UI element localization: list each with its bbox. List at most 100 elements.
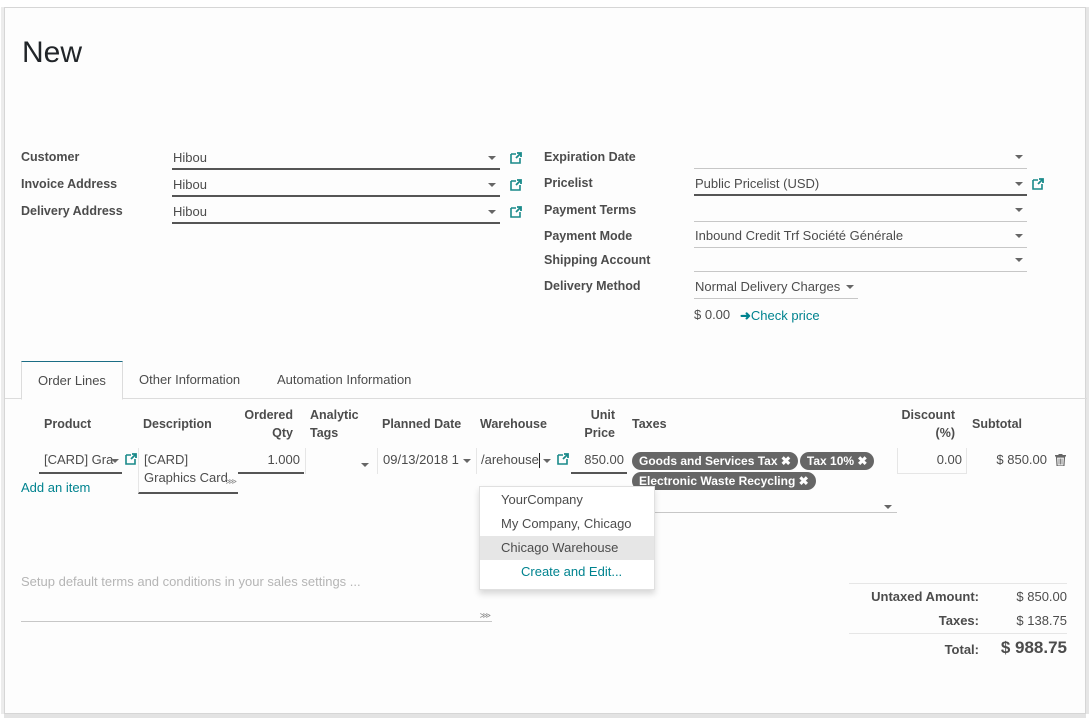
header-unit-price[interactable]: Unit Price	[575, 406, 615, 442]
payment-mode-field[interactable]: Inbound Credit Trf Société Générale	[694, 226, 1027, 248]
tax-tag-label: Electronic Waste Recycling	[639, 474, 796, 488]
expiration-date-label: Expiration Date	[544, 150, 636, 164]
tab-order-lines[interactable]: Order Lines	[21, 361, 123, 400]
create-and-edit-option[interactable]: Create and Edit...	[480, 560, 654, 584]
chevron-down-icon[interactable]	[1015, 182, 1023, 186]
chevron-down-icon[interactable]	[884, 505, 892, 509]
chevron-down-icon[interactable]	[543, 459, 551, 463]
dropdown-option[interactable]: YourCompany	[480, 488, 654, 512]
external-link-icon[interactable]	[124, 452, 138, 466]
warehouse-autocomplete-dropdown: YourCompany My Company, Chicago Chicago …	[479, 486, 655, 590]
header-ordered-qty[interactable]: Ordered Qty	[237, 406, 293, 442]
pricelist-label: Pricelist	[544, 176, 593, 190]
planned-date-input[interactable]: 09/13/2018 1	[377, 448, 474, 474]
delivery-method-field[interactable]: Normal Delivery Charges	[694, 277, 858, 299]
pricelist-value: Public Pricelist (USD)	[695, 176, 820, 191]
totals-divider-top	[849, 583, 1067, 584]
tax-tag: Tax 10% ✖	[799, 452, 875, 470]
text-cursor	[538, 453, 540, 469]
discount-input[interactable]: 0.00	[897, 448, 967, 474]
remove-tag-icon[interactable]: ✖	[857, 454, 867, 468]
header-taxes[interactable]: Taxes	[632, 415, 667, 433]
delivery-address-field[interactable]: Hibou	[172, 202, 500, 224]
external-link-icon[interactable]	[1031, 177, 1045, 191]
tab-automation-information[interactable]: Automation Information	[261, 361, 427, 400]
payment-mode-value: Inbound Credit Trf Société Générale	[695, 228, 904, 243]
header-tags-line1: Analytic	[310, 408, 359, 422]
add-item-link[interactable]: Add an item	[21, 480, 90, 495]
totals-divider	[849, 633, 1067, 634]
external-link-icon[interactable]	[509, 205, 523, 219]
product-input[interactable]: [CARD] Gra	[39, 448, 122, 474]
resize-handle-icon[interactable]: ⋙	[226, 473, 237, 491]
delivery-price: $ 0.00	[694, 307, 731, 322]
description-textarea[interactable]: [CARD] Graphics Card ⋙	[138, 448, 238, 494]
form-sheet: New Customer Hibou Invoice Address Hibou…	[4, 7, 1087, 714]
terms-placeholder: Setup default terms and conditions in yo…	[21, 574, 361, 589]
pricelist-field[interactable]: Public Pricelist (USD)	[694, 174, 1027, 196]
tax-tag: Goods and Services Tax ✖	[632, 452, 798, 470]
external-link-icon[interactable]	[509, 178, 523, 192]
delivery-address-value: Hibou	[173, 204, 207, 219]
header-qty-line1: Ordered	[244, 408, 293, 422]
taxes-value: $ 138.75	[1016, 613, 1067, 628]
customer-label: Customer	[21, 150, 80, 164]
chevron-down-icon[interactable]	[488, 156, 496, 160]
page-title: New	[22, 36, 83, 69]
external-link-icon[interactable]	[556, 452, 570, 466]
delivery-address-label: Delivery Address	[21, 204, 123, 218]
chevron-down-icon[interactable]	[1015, 155, 1023, 159]
chevron-down-icon[interactable]	[1015, 208, 1023, 212]
notebook-tabs: Order Lines Other Information Automation…	[5, 361, 1087, 400]
customer-field[interactable]: Hibou	[172, 148, 500, 170]
shipping-account-field[interactable]	[694, 250, 1027, 272]
planned-date-value: 09/13/2018 1	[383, 452, 459, 467]
payment-mode-label: Payment Mode	[544, 229, 633, 243]
dropdown-option-highlighted[interactable]: Chicago Warehouse	[480, 536, 654, 560]
warehouse-input[interactable]: /arehouse	[476, 448, 554, 474]
chevron-down-icon[interactable]	[111, 459, 119, 463]
chevron-down-icon[interactable]	[463, 459, 471, 463]
check-price-link[interactable]: ➜Check price	[740, 308, 820, 324]
header-warehouse[interactable]: Warehouse	[480, 415, 547, 433]
total-label: Total:	[944, 642, 979, 657]
header-subtotal[interactable]: Subtotal	[972, 415, 1022, 433]
invoice-address-field[interactable]: Hibou	[172, 175, 500, 197]
dropdown-option[interactable]: My Company, Chicago	[480, 512, 654, 536]
product-value: [CARD] Gra	[44, 452, 114, 467]
taxes-label: Taxes:	[938, 613, 979, 628]
untaxed-amount-value: $ 850.00	[1016, 589, 1067, 604]
tax-tag-label: Tax 10%	[806, 454, 855, 468]
chevron-down-icon[interactable]	[361, 463, 369, 467]
arrow-right-icon: ➜	[740, 308, 751, 323]
remove-tag-icon[interactable]: ✖	[799, 474, 809, 488]
header-planned-date[interactable]: Planned Date	[382, 415, 461, 433]
ordered-qty-input[interactable]: 1.000	[238, 448, 304, 474]
chevron-down-icon[interactable]	[488, 210, 496, 214]
taxes-field[interactable]: Goods and Services Tax ✖ Tax 10% ✖ Electr…	[632, 451, 897, 513]
description-line1: [CARD]	[144, 452, 189, 467]
analytic-tags-input[interactable]	[305, 448, 375, 474]
unit-price-input[interactable]: 850.00	[571, 448, 627, 474]
trash-icon[interactable]	[1055, 454, 1066, 469]
remove-tag-icon[interactable]: ✖	[781, 454, 791, 468]
expiration-date-field[interactable]	[694, 147, 1027, 169]
payment-terms-field[interactable]	[694, 200, 1027, 222]
header-discount[interactable]: Discount (%)	[885, 406, 955, 442]
total-row: Total: $ 988.75	[849, 638, 1067, 662]
terms-textarea[interactable]: Setup default terms and conditions in yo…	[21, 574, 492, 622]
external-link-icon[interactable]	[509, 151, 523, 165]
chevron-down-icon[interactable]	[1015, 234, 1023, 238]
header-description[interactable]: Description	[143, 415, 212, 433]
tax-tag-label: Goods and Services Tax	[639, 454, 778, 468]
chevron-down-icon[interactable]	[488, 183, 496, 187]
chevron-down-icon[interactable]	[1015, 258, 1023, 262]
header-product[interactable]: Product	[44, 415, 91, 433]
resize-handle-icon[interactable]: ⋙	[480, 611, 491, 620]
tab-other-information[interactable]: Other Information	[123, 361, 256, 400]
chevron-down-icon[interactable]	[846, 285, 854, 289]
shipping-account-label: Shipping Account	[544, 253, 651, 267]
untaxed-amount-label: Untaxed Amount:	[871, 589, 979, 604]
description-line2: Graphics Card	[144, 470, 228, 485]
header-analytic-tags[interactable]: Analytic Tags	[310, 406, 359, 442]
